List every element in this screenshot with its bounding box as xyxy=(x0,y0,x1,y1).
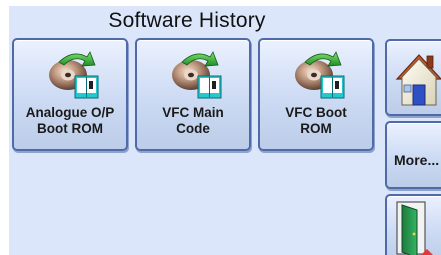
page-title: Software History xyxy=(108,9,266,32)
exit-button[interactable] xyxy=(385,194,441,255)
software-disc-icon xyxy=(291,48,347,100)
analogue-op-boot-rom-button[interactable]: Analogue O/P Boot ROM xyxy=(12,38,128,151)
home-icon xyxy=(395,54,441,106)
button-label: VFC Main Code xyxy=(162,105,224,136)
button-label: Analogue O/P Boot ROM xyxy=(25,105,115,136)
vfc-boot-rom-button[interactable]: VFC Boot ROM xyxy=(258,38,374,151)
vfc-main-code-button[interactable]: VFC Main Code xyxy=(135,38,251,151)
more-button-label: More... xyxy=(394,152,440,168)
more-button[interactable]: More... xyxy=(385,121,441,189)
home-button[interactable] xyxy=(385,39,441,116)
button-label: VFC Boot ROM xyxy=(285,105,347,136)
software-history-screen: Software History Analogue O/P Boot ROM V… xyxy=(9,6,441,255)
software-disc-icon xyxy=(45,48,101,100)
software-disc-icon xyxy=(168,48,224,100)
exit-door-icon xyxy=(396,201,433,255)
